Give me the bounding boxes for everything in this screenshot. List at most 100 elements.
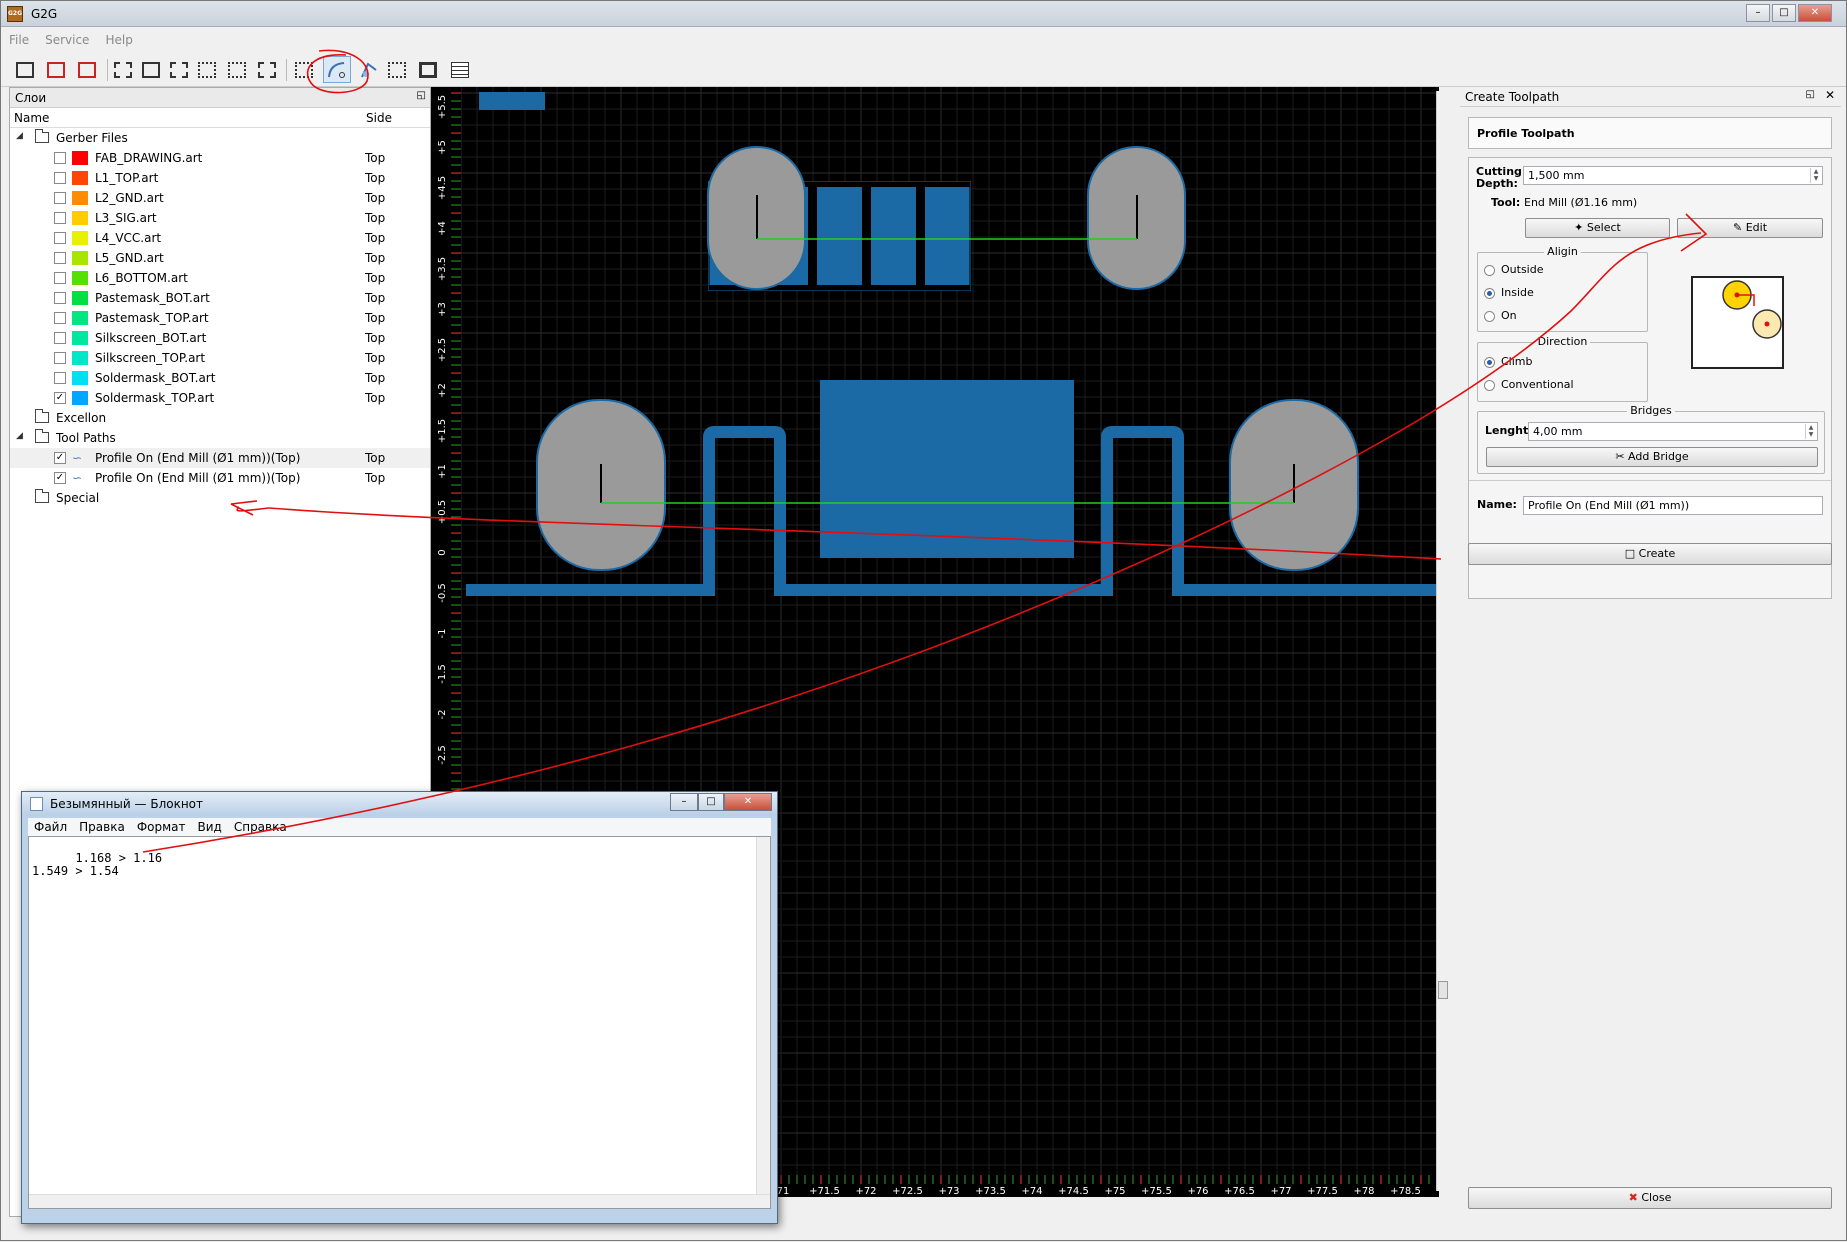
expand-arrow-icon[interactable]: ◢ — [16, 131, 23, 141]
notepad-minimize-button[interactable]: – — [670, 793, 698, 811]
layer-row[interactable]: L2_GND.art Top — [10, 188, 430, 208]
y-tick-label: +5 — [437, 140, 448, 155]
close-window-button[interactable]: ✕ — [1798, 4, 1832, 22]
toolbar-separator — [107, 59, 108, 81]
toolpath-row[interactable]: ✓ ∽ Profile On (End Mill (Ø1 mm))(Top) Top — [10, 468, 430, 488]
layer-row[interactable]: Pastemask_TOP.art Top — [10, 308, 430, 328]
minimize-button[interactable]: – — [1746, 4, 1770, 22]
notepad-menu-edit[interactable]: Правка — [73, 818, 131, 836]
layer-checkbox[interactable] — [54, 212, 66, 224]
layer-row[interactable]: L5_GND.art Top — [10, 248, 430, 268]
autoplace-button[interactable] — [290, 56, 318, 83]
gcode-properties-button[interactable] — [446, 56, 474, 83]
drill-toolpath-button[interactable] — [383, 56, 411, 83]
layer-checkbox[interactable] — [54, 332, 66, 344]
notepad-horizontal-scrollbar[interactable] — [29, 1194, 770, 1208]
layer-row[interactable]: ✓ Soldermask_TOP.art Top — [10, 388, 430, 408]
menu-service[interactable]: Service — [37, 29, 97, 51]
close-button[interactable]: ✖ Close — [1468, 1187, 1832, 1209]
undock-icon[interactable]: ◱ — [1806, 89, 1815, 100]
create-button[interactable]: □ Create — [1468, 543, 1832, 565]
layer-checkbox[interactable] — [54, 352, 66, 364]
bridge-length-input[interactable]: 4,00 mm ▲ ▼ — [1528, 422, 1818, 441]
align-inside-radio[interactable]: Inside — [1484, 286, 1534, 299]
open-gerber-button[interactable] — [42, 56, 70, 83]
layer-row[interactable]: L1_TOP.art Top — [10, 168, 430, 188]
undock-icon[interactable]: ◱ — [417, 90, 426, 101]
layer-checkbox[interactable] — [54, 192, 66, 204]
layer-row[interactable]: L3_SIG.art Top — [10, 208, 430, 228]
menu-help[interactable]: Help — [97, 29, 140, 51]
open-folder-button[interactable] — [11, 56, 39, 83]
zoom-out-button[interactable] — [223, 56, 251, 83]
notepad-close-button[interactable]: ✕ — [724, 793, 772, 811]
toolpath-checkbox[interactable]: ✓ — [54, 472, 66, 484]
toolpath-row[interactable]: ✓ ∽ Profile On (End Mill (Ø1 mm))(Top) Top — [10, 448, 430, 468]
zoom-fit-button[interactable] — [109, 56, 137, 83]
notepad-menu-help[interactable]: Справка — [228, 818, 293, 836]
notepad-maximize-button[interactable]: □ — [698, 793, 724, 811]
pad-gap — [808, 182, 817, 290]
notepad-vertical-scrollbar[interactable] — [756, 837, 770, 1208]
cutting-depth-input[interactable]: 1,500 mm ▲ ▼ — [1523, 166, 1823, 185]
spinner-arrows-icon[interactable]: ▲ ▼ — [1810, 168, 1821, 183]
pocket-toolpath-button[interactable] — [355, 56, 383, 83]
notepad-menu-view[interactable]: Вид — [192, 818, 228, 836]
notepad-menu-format[interactable]: Формат — [131, 818, 192, 836]
direction-conventional-radio[interactable]: Conventional — [1484, 378, 1574, 391]
create-toolpath-header: Create Toolpath ◱ ✕ — [1460, 87, 1841, 107]
layer-row[interactable]: L6_BOTTOM.art Top — [10, 268, 430, 288]
layer-row[interactable]: Silkscreen_BOT.art Top — [10, 328, 430, 348]
notepad-title: Безымянный — Блокнот — [50, 797, 204, 811]
column-side[interactable]: Side — [366, 111, 392, 125]
expand-arrow-icon[interactable]: ◢ — [16, 431, 23, 441]
menu-file[interactable]: File — [1, 29, 37, 51]
align-on-radio[interactable]: On — [1484, 309, 1517, 322]
layer-checkbox[interactable] — [54, 152, 66, 164]
toolpath-side: Top — [365, 451, 386, 465]
spinner-arrows-icon[interactable]: ▲ ▼ — [1805, 424, 1816, 439]
layer-row[interactable]: Pastemask_BOT.art Top — [10, 288, 430, 308]
zoom-selection-button[interactable] — [165, 56, 193, 83]
layer-checkbox[interactable] — [54, 232, 66, 244]
align-outside-radio[interactable]: Outside — [1484, 263, 1543, 276]
layer-color-swatch — [72, 371, 88, 385]
toolpath-name-input[interactable]: Profile On (End Mill (Ø1 mm)) — [1523, 496, 1823, 515]
direction-climb-radio[interactable]: Climb — [1484, 355, 1533, 368]
scrollbar-thumb[interactable] — [1438, 981, 1448, 999]
notepad-text-area[interactable]: 1.168 > 1.16 1.549 > 1.54 — [28, 836, 771, 1209]
zoom-in-button[interactable] — [193, 56, 221, 83]
voronoi-toolpath-button[interactable] — [414, 56, 442, 83]
tree-group-excellon[interactable]: Excellon — [10, 408, 430, 428]
toolpath-checkbox[interactable]: ✓ — [54, 452, 66, 464]
canvas-vertical-scrollbar[interactable] — [1436, 91, 1449, 1191]
tree-group-toolpaths[interactable]: ◢ Tool Paths — [10, 428, 430, 448]
layer-row[interactable]: Soldermask_BOT.art Top — [10, 368, 430, 388]
layer-checkbox[interactable] — [54, 372, 66, 384]
layer-row[interactable]: Silkscreen_TOP.art Top — [10, 348, 430, 368]
edit-tool-button[interactable]: ✎ Edit — [1677, 218, 1823, 238]
column-name[interactable]: Name — [14, 111, 49, 125]
layer-name: L3_SIG.art — [95, 211, 157, 225]
close-icon[interactable]: ✕ — [1825, 88, 1835, 102]
layer-checkbox[interactable] — [54, 172, 66, 184]
tree-group-gerber[interactable]: ◢ Gerber Files — [10, 128, 430, 148]
close-file-button[interactable] — [73, 56, 101, 83]
add-bridge-button[interactable]: ✂ Add Bridge — [1486, 447, 1818, 467]
zoom-all-button[interactable] — [253, 56, 281, 83]
layer-checkbox[interactable]: ✓ — [54, 392, 66, 404]
maximize-button[interactable]: □ — [1772, 4, 1796, 22]
layer-checkbox[interactable] — [54, 272, 66, 284]
profile-toolpath-button[interactable] — [323, 56, 351, 83]
layer-row[interactable]: L4_VCC.art Top — [10, 228, 430, 248]
layer-checkbox[interactable] — [54, 252, 66, 264]
notepad-menu-file[interactable]: Файл — [28, 818, 73, 836]
layer-checkbox[interactable] — [54, 312, 66, 324]
zoom-board-button[interactable] — [137, 56, 165, 83]
layer-checkbox[interactable] — [54, 292, 66, 304]
x-tick-label: +78 — [1353, 1186, 1374, 1197]
layer-row[interactable]: FAB_DRAWING.art Top — [10, 148, 430, 168]
tree-group-special[interactable]: Special — [10, 488, 430, 508]
notepad-title-bar: Безымянный — Блокнот – □ ✕ — [22, 792, 777, 816]
select-tool-button[interactable]: ✦ Select — [1525, 218, 1670, 238]
